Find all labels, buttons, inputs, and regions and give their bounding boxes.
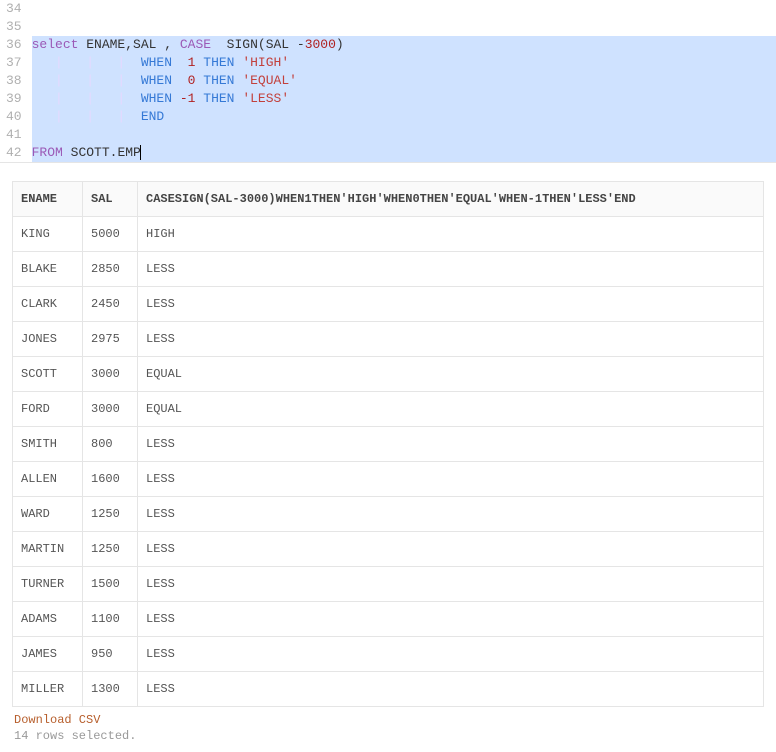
cell-case: EQUAL	[138, 392, 764, 427]
table-row[interactable]: SMITH800LESS	[13, 427, 764, 462]
table-row[interactable]: KING5000HIGH	[13, 217, 764, 252]
line-number: 39	[6, 90, 22, 108]
results-panel: ENAME SAL CASESIGN(SAL-3000)WHEN1THEN'HI…	[0, 163, 776, 751]
table-row[interactable]: CLARK2450LESS	[13, 287, 764, 322]
table-row[interactable]: SCOTT3000EQUAL	[13, 357, 764, 392]
table-row[interactable]: WARD1250LESS	[13, 497, 764, 532]
code-line[interactable]: | | | END	[32, 108, 776, 126]
table-row[interactable]: TURNER1500LESS	[13, 567, 764, 602]
cell-ename: MARTIN	[13, 532, 83, 567]
column-header-sal[interactable]: SAL	[83, 182, 138, 217]
cell-case: LESS	[138, 602, 764, 637]
cell-sal: 2850	[83, 252, 138, 287]
cell-sal: 950	[83, 637, 138, 672]
cell-sal: 1500	[83, 567, 138, 602]
cell-ename: FORD	[13, 392, 83, 427]
cell-ename: CLARK	[13, 287, 83, 322]
cell-ename: BLAKE	[13, 252, 83, 287]
line-number: 38	[6, 72, 22, 90]
table-row[interactable]: JAMES950LESS	[13, 637, 764, 672]
download-csv-link[interactable]: Download CSV	[14, 713, 100, 727]
line-number: 35	[6, 18, 22, 36]
cell-ename: JAMES	[13, 637, 83, 672]
cell-case: LESS	[138, 287, 764, 322]
line-number-gutter: 34 35 36 37 38 39 40 41 42	[0, 0, 32, 162]
cell-sal: 1250	[83, 532, 138, 567]
cell-ename: MILLER	[13, 672, 83, 707]
line-number: 37	[6, 54, 22, 72]
cell-ename: JONES	[13, 322, 83, 357]
status-text: 14 rows selected.	[14, 729, 764, 743]
line-number: 41	[6, 126, 22, 144]
code-line[interactable]	[32, 126, 776, 144]
cell-sal: 1250	[83, 497, 138, 532]
cell-case: LESS	[138, 637, 764, 672]
cell-sal: 800	[83, 427, 138, 462]
table-row[interactable]: MARTIN1250LESS	[13, 532, 764, 567]
cell-sal: 5000	[83, 217, 138, 252]
cell-case: LESS	[138, 252, 764, 287]
code-line[interactable]: select ENAME,SAL , CASE SIGN(SAL -3000)	[32, 36, 776, 54]
cell-case: LESS	[138, 462, 764, 497]
column-header-case[interactable]: CASESIGN(SAL-3000)WHEN1THEN'HIGH'WHEN0TH…	[138, 182, 764, 217]
cell-case: EQUAL	[138, 357, 764, 392]
code-line[interactable]	[32, 18, 776, 36]
table-row[interactable]: MILLER1300LESS	[13, 672, 764, 707]
sql-editor[interactable]: 34 35 36 37 38 39 40 41 42 select ENAME,…	[0, 0, 776, 163]
cell-ename: TURNER	[13, 567, 83, 602]
cell-case: LESS	[138, 427, 764, 462]
cell-sal: 1300	[83, 672, 138, 707]
results-table: ENAME SAL CASESIGN(SAL-3000)WHEN1THEN'HI…	[12, 181, 764, 707]
code-line[interactable]: | | | WHEN 1 THEN 'HIGH'	[32, 54, 776, 72]
cell-case: LESS	[138, 497, 764, 532]
table-header-row: ENAME SAL CASESIGN(SAL-3000)WHEN1THEN'HI…	[13, 182, 764, 217]
cell-sal: 2450	[83, 287, 138, 322]
cell-sal: 3000	[83, 357, 138, 392]
code-line[interactable]	[32, 0, 776, 18]
line-number: 36	[6, 36, 22, 54]
table-row[interactable]: BLAKE2850LESS	[13, 252, 764, 287]
code-line[interactable]: | | | WHEN -1 THEN 'LESS'	[32, 90, 776, 108]
cell-sal: 1100	[83, 602, 138, 637]
table-row[interactable]: ALLEN1600LESS	[13, 462, 764, 497]
cell-ename: WARD	[13, 497, 83, 532]
column-header-ename[interactable]: ENAME	[13, 182, 83, 217]
table-row[interactable]: FORD3000EQUAL	[13, 392, 764, 427]
line-number: 40	[6, 108, 22, 126]
text-caret	[140, 145, 141, 160]
cell-case: HIGH	[138, 217, 764, 252]
code-area[interactable]: select ENAME,SAL , CASE SIGN(SAL -3000) …	[32, 0, 776, 162]
table-row[interactable]: JONES2975LESS	[13, 322, 764, 357]
table-body: KING5000HIGHBLAKE2850LESSCLARK2450LESSJO…	[13, 217, 764, 707]
cell-ename: ADAMS	[13, 602, 83, 637]
cell-sal: 1600	[83, 462, 138, 497]
cell-ename: ALLEN	[13, 462, 83, 497]
cell-case: LESS	[138, 532, 764, 567]
cell-case: LESS	[138, 322, 764, 357]
code-line[interactable]: | | | WHEN 0 THEN 'EQUAL'	[32, 72, 776, 90]
cell-case: LESS	[138, 672, 764, 707]
cell-sal: 2975	[83, 322, 138, 357]
line-number: 34	[6, 0, 22, 18]
table-row[interactable]: ADAMS1100LESS	[13, 602, 764, 637]
cell-case: LESS	[138, 567, 764, 602]
cell-sal: 3000	[83, 392, 138, 427]
line-number: 42	[6, 144, 22, 162]
cell-ename: SCOTT	[13, 357, 83, 392]
cell-ename: SMITH	[13, 427, 83, 462]
cell-ename: KING	[13, 217, 83, 252]
code-line[interactable]: FROM SCOTT.EMP	[32, 144, 776, 162]
